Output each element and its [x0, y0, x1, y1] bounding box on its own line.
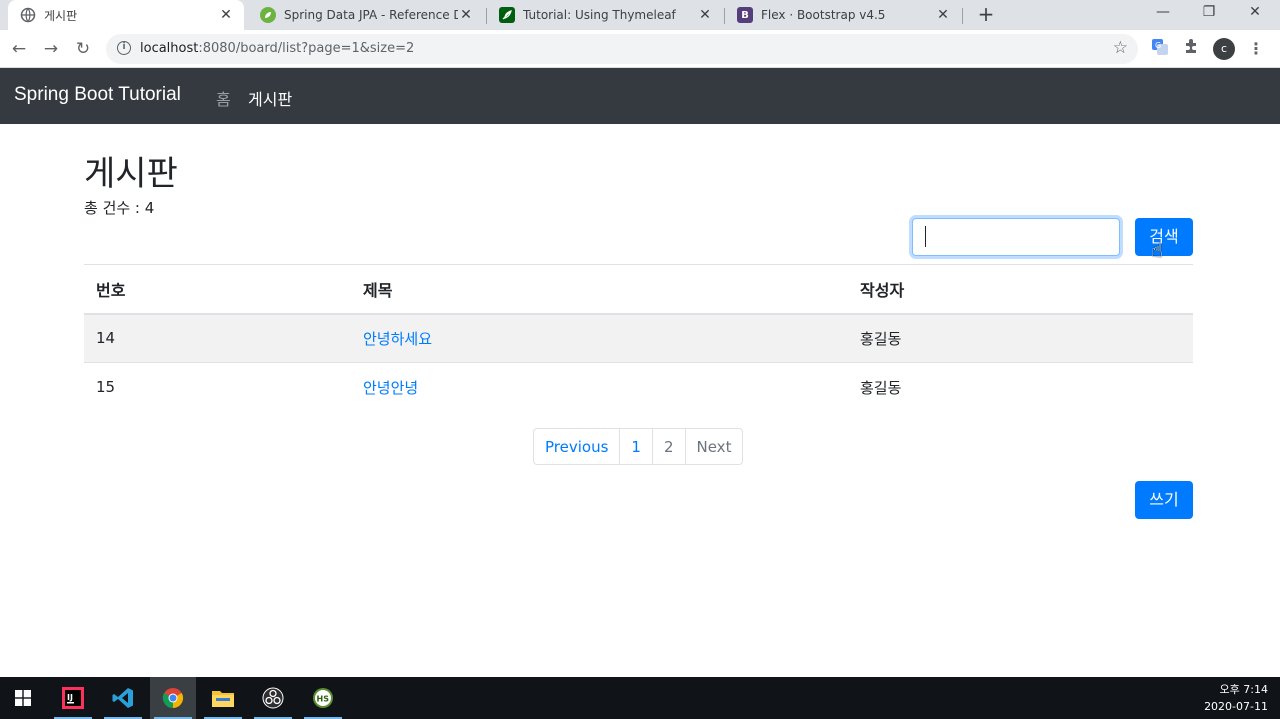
address-bar[interactable]: i localhost:8080/board/list?page=1&size=…: [106, 34, 1138, 64]
intellij-icon[interactable]: IJ: [50, 677, 96, 719]
svg-text:G: G: [1155, 41, 1161, 50]
url-host: localhost: [140, 41, 199, 56]
minimize-icon[interactable]: —: [1140, 0, 1186, 26]
profile-avatar[interactable]: c: [1213, 38, 1235, 60]
hand-cursor-icon: ☝: [1151, 238, 1164, 262]
post-number: 15: [84, 362, 351, 412]
restore-icon[interactable]: ❐: [1186, 0, 1232, 26]
reload-icon[interactable]: ↻: [72, 38, 94, 60]
page-title: 게시판: [84, 154, 178, 194]
url-text: localhost:8080/board/list?page=1&size=2: [140, 41, 414, 56]
search-input[interactable]: [912, 218, 1120, 256]
window-close-icon[interactable]: ✕: [1232, 0, 1278, 26]
system-clock[interactable]: 오후 7:14 2020-07-11: [1204, 681, 1268, 715]
text-caret: [925, 226, 926, 247]
tab-title: Tutorial: Using Thymeleaf: [523, 8, 676, 22]
column-header-number: 번호: [84, 264, 351, 315]
navbar-brand[interactable]: Spring Boot Tutorial: [14, 84, 181, 106]
new-tab-button[interactable]: +: [975, 3, 997, 25]
board-table: 번호 제목 작성자 14 안녕하세요 홍길동 15 안녕안녕 홍길동: [84, 264, 1193, 412]
search-button[interactable]: 검색: [1135, 218, 1193, 256]
bootstrap-icon: B: [737, 7, 753, 23]
post-author: 홍길동: [848, 362, 1193, 412]
browser-tab-strip: 게시판 ✕ Spring Data JPA - Reference Do ✕ T…: [0, 0, 1280, 30]
column-header-title: 제목: [351, 264, 848, 315]
browser-tab-board[interactable]: 게시판 ✕: [8, 0, 244, 30]
pagination-page-2[interactable]: 2: [651, 428, 686, 465]
vscode-icon[interactable]: [100, 677, 146, 719]
close-icon[interactable]: ✕: [935, 7, 951, 23]
pagination: Previous 1 2 Next: [533, 428, 744, 465]
browser-toolbar: ← → ↻ i localhost:8080/board/list?page=1…: [0, 30, 1280, 68]
chrome-icon[interactable]: [150, 677, 196, 719]
bookmark-star-icon[interactable]: ☆: [1113, 38, 1128, 58]
post-title-link[interactable]: 안녕안녕: [363, 379, 418, 397]
post-title-cell: 안녕안녕: [351, 362, 848, 412]
profile-initial: c: [1213, 38, 1235, 60]
file-explorer-icon[interactable]: [200, 677, 246, 719]
obs-icon[interactable]: [250, 677, 296, 719]
tab-separator: [962, 8, 963, 24]
close-icon[interactable]: ✕: [697, 7, 713, 23]
post-title-link[interactable]: 안녕하세요: [363, 330, 432, 348]
menu-kebab-icon[interactable]: ⋮: [1245, 38, 1267, 60]
globe-icon: [20, 7, 36, 23]
tab-title: Spring Data JPA - Reference Do: [284, 8, 458, 22]
hs-app-icon[interactable]: HS: [300, 677, 346, 719]
nav-link-board[interactable]: 게시판: [248, 86, 292, 110]
pagination-previous[interactable]: Previous: [533, 428, 621, 465]
extensions-puzzle-icon[interactable]: [1180, 38, 1202, 60]
clock-time: 오후 7:14: [1219, 683, 1268, 696]
pagination-page-1[interactable]: 1: [619, 428, 653, 465]
forward-icon[interactable]: →: [40, 38, 62, 60]
close-icon[interactable]: ✕: [458, 7, 474, 23]
back-icon[interactable]: ←: [8, 38, 30, 60]
pagination-next[interactable]: Next: [684, 428, 744, 465]
post-author: 홍길동: [848, 313, 1193, 363]
windows-taskbar: IJ HS 오후 7:14 2020-07-11: [0, 677, 1280, 719]
table-row: 15 안녕안녕 홍길동: [84, 362, 1193, 412]
total-count: 총 건수 : 4: [84, 199, 155, 217]
write-button[interactable]: 쓰기: [1135, 481, 1193, 519]
svg-text:IJ: IJ: [67, 693, 73, 702]
table-row: 14 안녕하세요 홍길동: [84, 313, 1193, 363]
site-navbar: Spring Boot Tutorial 홈 게시판: [0, 68, 1280, 124]
nav-link-home[interactable]: 홈: [216, 86, 231, 110]
browser-tab-spring-data[interactable]: Spring Data JPA - Reference Do ✕: [248, 0, 484, 30]
translate-extension-icon[interactable]: G: [1149, 38, 1171, 60]
close-icon[interactable]: ✕: [218, 7, 234, 23]
browser-tab-bootstrap[interactable]: B Flex · Bootstrap v4.5 ✕: [725, 0, 961, 30]
table-header-row: 번호 제목 작성자: [84, 264, 1193, 315]
post-number: 14: [84, 313, 351, 363]
url-path: :8080/board/list?page=1&size=2: [198, 41, 415, 56]
column-header-author: 작성자: [848, 264, 1193, 315]
post-title-cell: 안녕하세요: [351, 313, 848, 363]
spring-leaf-icon: [260, 7, 276, 23]
clock-date: 2020-07-11: [1204, 700, 1268, 713]
tab-title: Flex · Bootstrap v4.5: [761, 8, 886, 22]
svg-text:HS: HS: [317, 695, 330, 704]
browser-tab-thymeleaf[interactable]: Tutorial: Using Thymeleaf ✕: [487, 0, 723, 30]
tab-title: 게시판: [44, 8, 78, 23]
thymeleaf-icon: [499, 7, 515, 23]
info-icon[interactable]: i: [117, 41, 131, 55]
windows-start-icon[interactable]: [0, 677, 46, 719]
